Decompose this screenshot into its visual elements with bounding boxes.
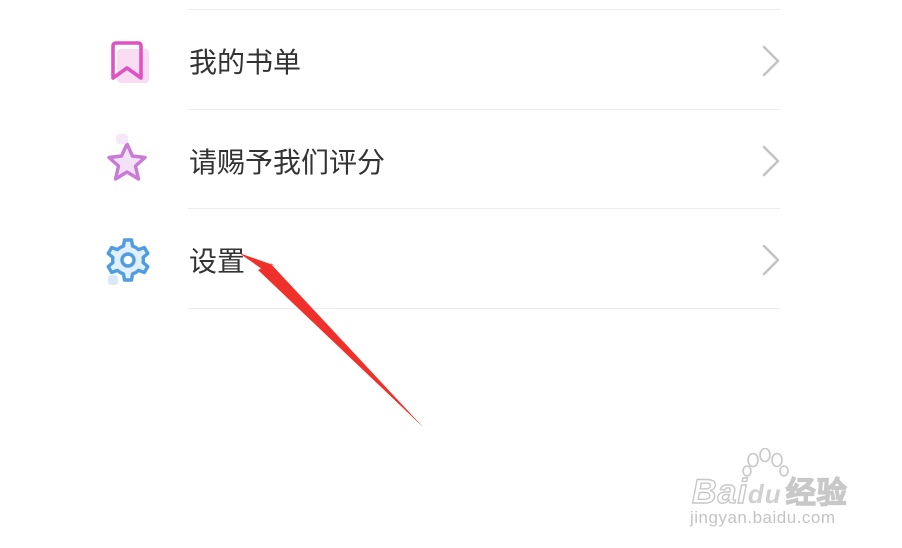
watermark-brand: Baidu 经验 — [691, 472, 848, 511]
bookmark-icon — [98, 34, 156, 92]
star-icon — [98, 134, 156, 192]
settings-menu-screen: 我的书单 请赐予我们评分 设置 Baidu 经验 jingyan.baidu.c… — [0, 0, 902, 548]
menu-item-label: 我的书单 — [189, 46, 302, 79]
chevron-right-icon — [758, 243, 782, 277]
menu-item-settings[interactable]: 设置 — [0, 209, 902, 308]
gear-icon — [98, 233, 156, 291]
menu-item-label: 设置 — [189, 245, 246, 278]
watermark-url: jingyan.baidu.com — [690, 508, 836, 527]
menu-item-label: 请赐予我们评分 — [189, 146, 386, 179]
menu-item-rate-us[interactable]: 请赐予我们评分 — [0, 110, 902, 209]
menu-divider — [188, 308, 780, 309]
baidu-jingyan-watermark: Baidu 经验 jingyan.baidu.com — [688, 447, 868, 538]
chevron-right-icon — [758, 44, 782, 78]
chevron-right-icon — [758, 144, 782, 178]
menu-item-booklist[interactable]: 我的书单 — [0, 10, 902, 109]
